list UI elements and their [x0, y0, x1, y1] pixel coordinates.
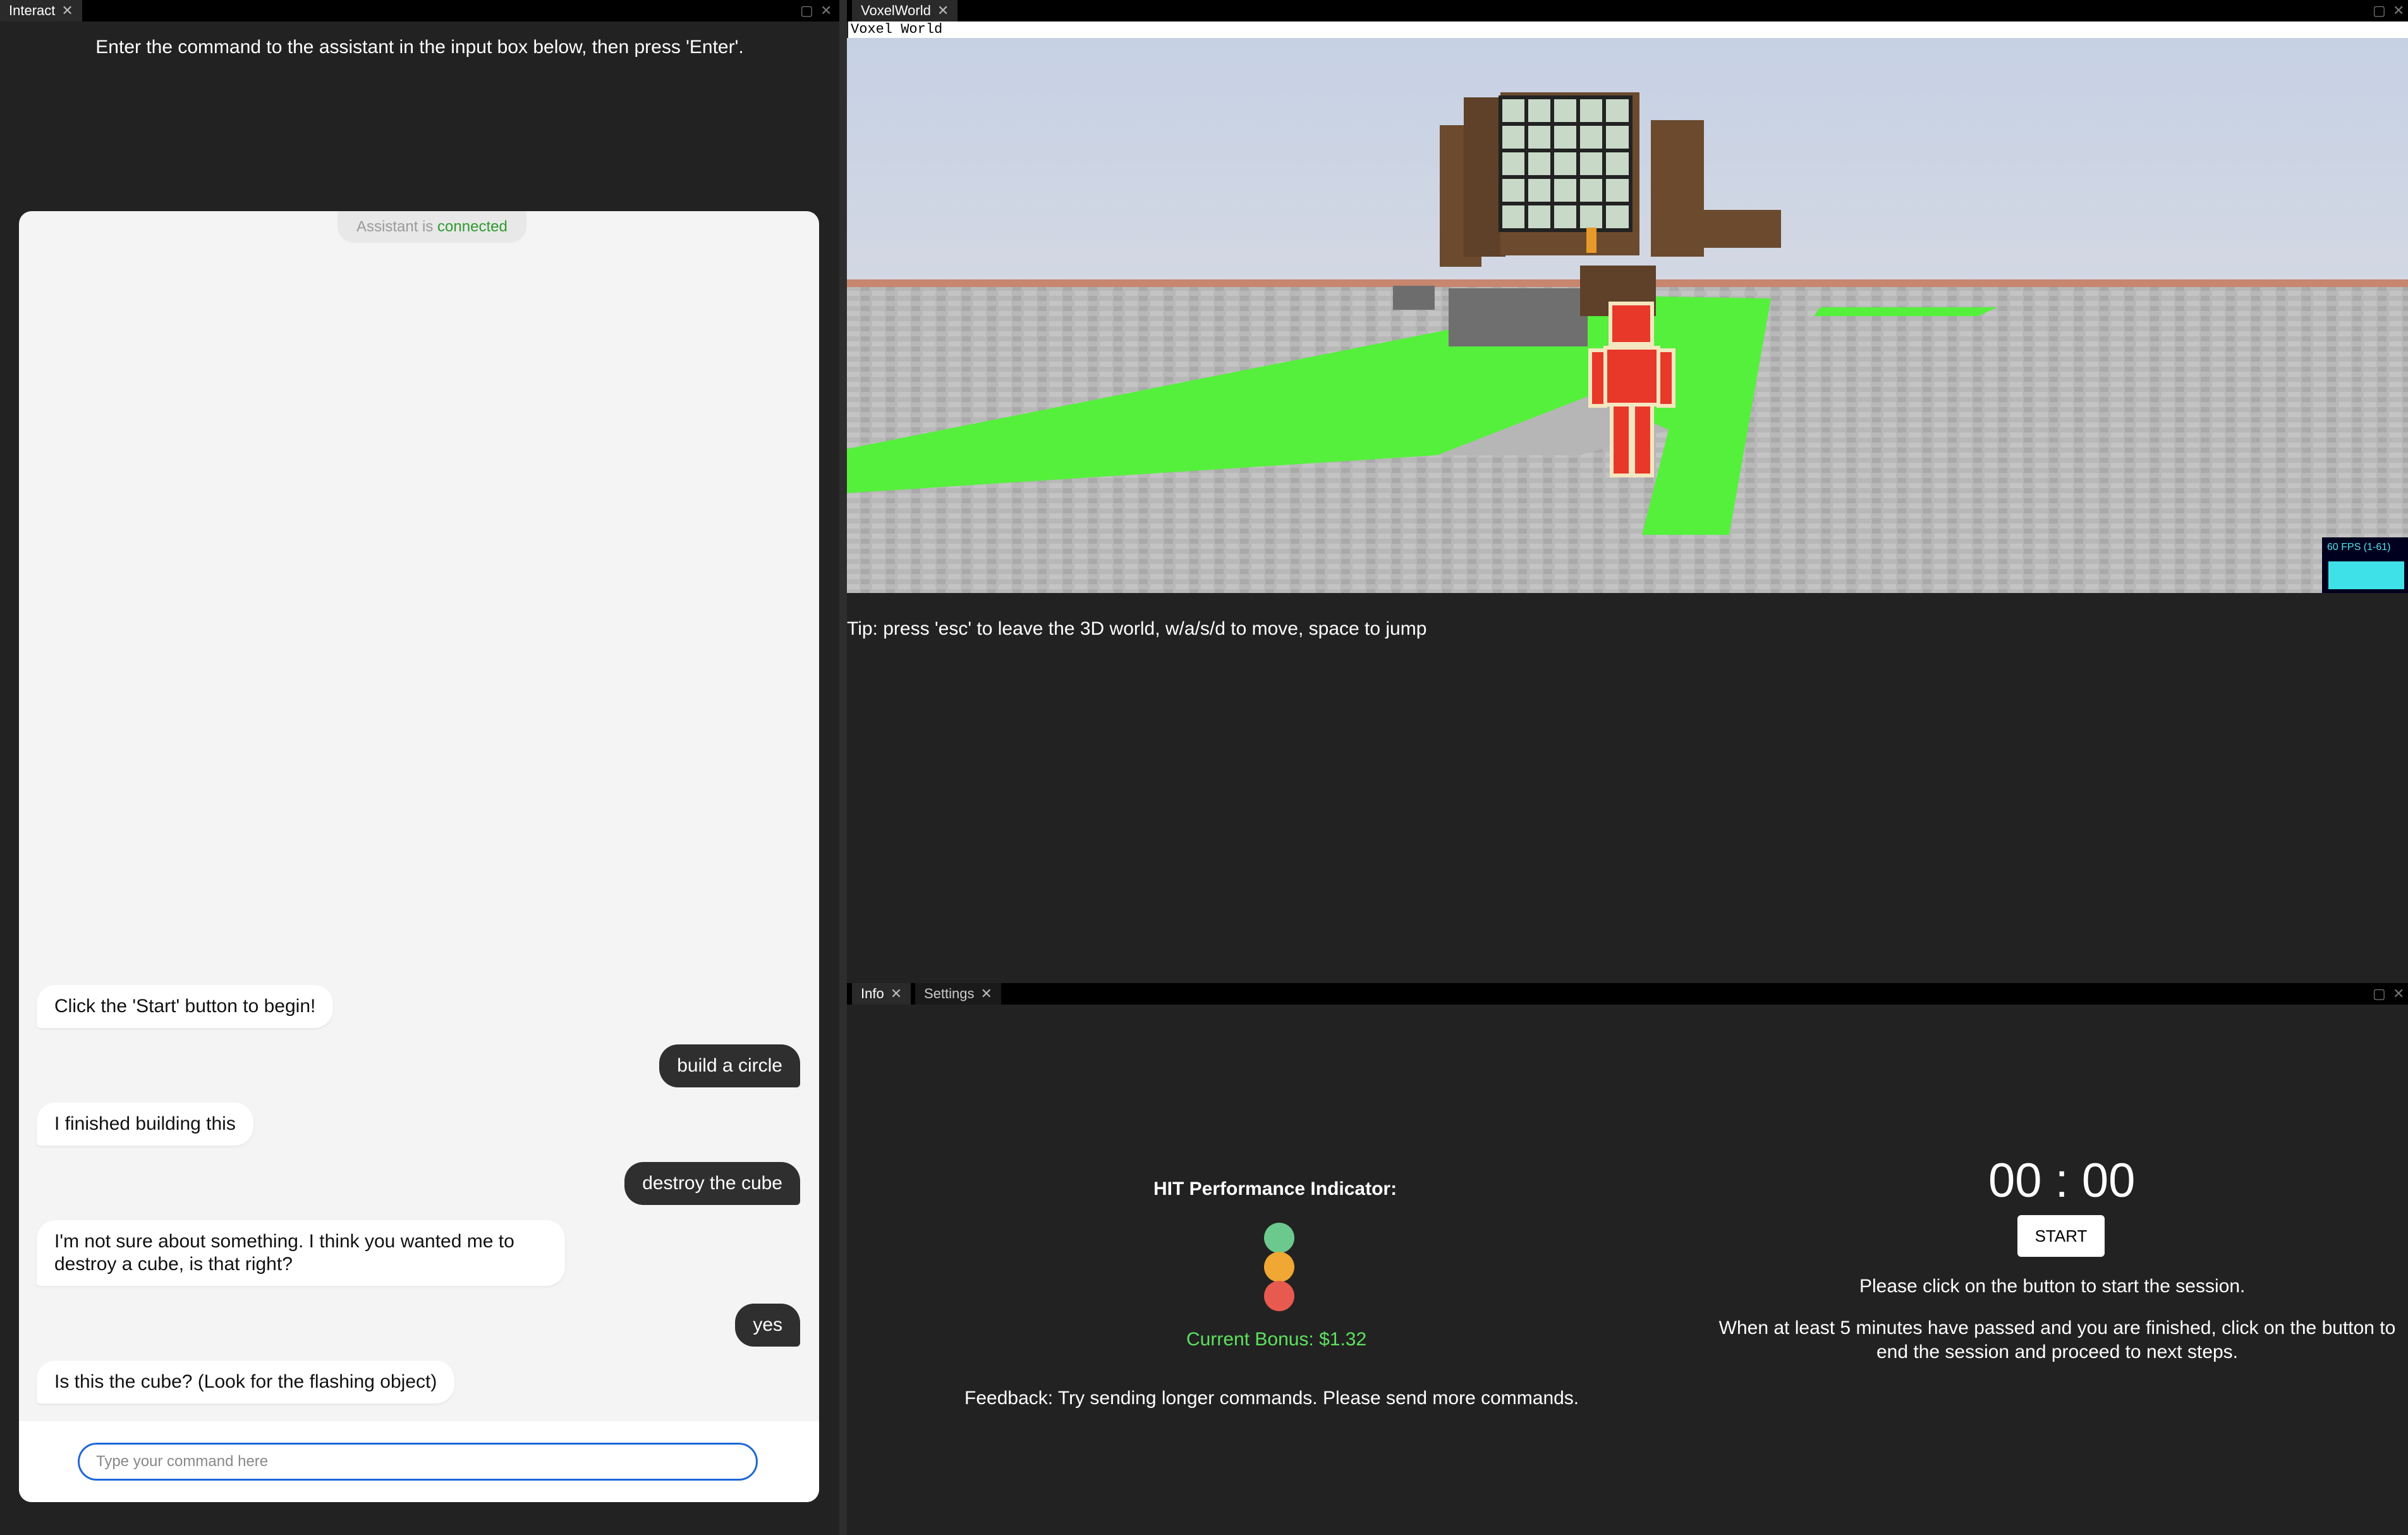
- close-icon[interactable]: ✕: [61, 3, 73, 18]
- close-icon[interactable]: ✕: [981, 986, 992, 1001]
- status-prefix: Assistant is: [356, 218, 434, 235]
- info-tabbar: Info ✕ Settings ✕ ▢ ✕: [847, 983, 2408, 1005]
- user-message: yes: [735, 1304, 800, 1347]
- tab-info-label: Info: [861, 986, 884, 1001]
- start-instruction: Please click on the button to start the …: [1859, 1276, 2246, 1297]
- fps-label: 60 FPS (1-61): [2327, 542, 2390, 553]
- close-icon[interactable]: ✕: [937, 3, 949, 18]
- small-figure: [1586, 228, 1596, 253]
- chat-panel: Assistant is connected Click the 'Start'…: [19, 211, 819, 1502]
- close-pane-icon[interactable]: ✕: [2393, 986, 2404, 1002]
- assistant-message: Is this the cube? (Look for the flashing…: [37, 1361, 455, 1404]
- assistant-message: I finished building this: [37, 1103, 253, 1146]
- fps-meter: 60 FPS (1-61): [2322, 537, 2408, 593]
- user-message: build a circle: [659, 1044, 800, 1087]
- pane-divider[interactable]: [839, 0, 847, 1535]
- finish-instruction-line1: When at least 5 minutes have passed and …: [1718, 1318, 2396, 1338]
- tab-info[interactable]: Info ✕: [852, 983, 911, 1005]
- close-pane-icon[interactable]: ✕: [820, 3, 832, 19]
- yellow-indicator-light: [1264, 1252, 1294, 1282]
- instruction-text: Enter the command to the assistant in th…: [95, 37, 744, 58]
- glass-window: [1499, 95, 1633, 232]
- close-icon[interactable]: ✕: [891, 986, 902, 1001]
- stone-block: [1393, 286, 1435, 310]
- user-message: destroy the cube: [624, 1162, 800, 1205]
- finish-instruction: When at least 5 minutes have passed and …: [1706, 1316, 2408, 1364]
- maximize-icon[interactable]: ▢: [2373, 986, 2386, 1002]
- voxel-world-canvas[interactable]: 60 FPS (1-61): [847, 38, 2408, 593]
- voxel-world-label: Voxel World: [848, 21, 2408, 38]
- green-indicator-light: [1264, 1223, 1294, 1253]
- command-input[interactable]: [78, 1443, 758, 1481]
- tab-settings[interactable]: Settings ✕: [915, 983, 1001, 1005]
- tab-voxelworld-label: VoxelWorld: [861, 3, 931, 18]
- wood-wall: [1651, 120, 1704, 257]
- grass-strip: [1814, 307, 1997, 316]
- assistant-message: Click the 'Start' button to begin!: [37, 985, 334, 1028]
- info-pane: Info ✕ Settings ✕ ▢ ✕: [847, 983, 2408, 1535]
- finish-instruction-line2: end the session and proceed to next step…: [1876, 1342, 2239, 1362]
- feedback-text: Feedback: Try sending longer commands. P…: [964, 1388, 1579, 1409]
- close-pane-icon[interactable]: ✕: [2393, 3, 2404, 19]
- start-button[interactable]: START: [2017, 1215, 2105, 1257]
- maximize-icon[interactable]: ▢: [2373, 3, 2386, 19]
- red-indicator-light: [1264, 1281, 1294, 1311]
- voxelworld-tabbar: VoxelWorld ✕ ▢ ✕: [847, 0, 2408, 21]
- tab-interact-label: Interact: [9, 3, 56, 18]
- stone-block: [1449, 288, 1588, 346]
- connection-status: Assistant is connected: [337, 211, 526, 243]
- interact-pane: Interact ✕ ▢ ✕ Enter the command to the a…: [0, 0, 839, 1535]
- chat-input-bar: [19, 1421, 819, 1502]
- tab-voxelworld[interactable]: VoxelWorld ✕: [852, 0, 958, 21]
- assistant-message: I'm not sure about something. I think yo…: [37, 1220, 565, 1286]
- tab-interact[interactable]: Interact ✕: [0, 0, 82, 21]
- maximize-icon[interactable]: ▢: [800, 3, 813, 19]
- interact-tabbar: Interact ✕ ▢ ✕: [0, 0, 839, 21]
- session-timer: 00 : 00: [1988, 1154, 2136, 1208]
- hit-performance-label: HIT Performance Indicator:: [1153, 1178, 1397, 1199]
- status-value: connected: [437, 218, 508, 235]
- controls-tip: Tip: press 'esc' to leave the 3D world, …: [847, 618, 1427, 639]
- voxel-scene: 60 FPS (1-61): [847, 38, 2408, 593]
- current-bonus: Current Bonus: $1.32: [1186, 1329, 1367, 1350]
- tab-settings-label: Settings: [924, 986, 975, 1001]
